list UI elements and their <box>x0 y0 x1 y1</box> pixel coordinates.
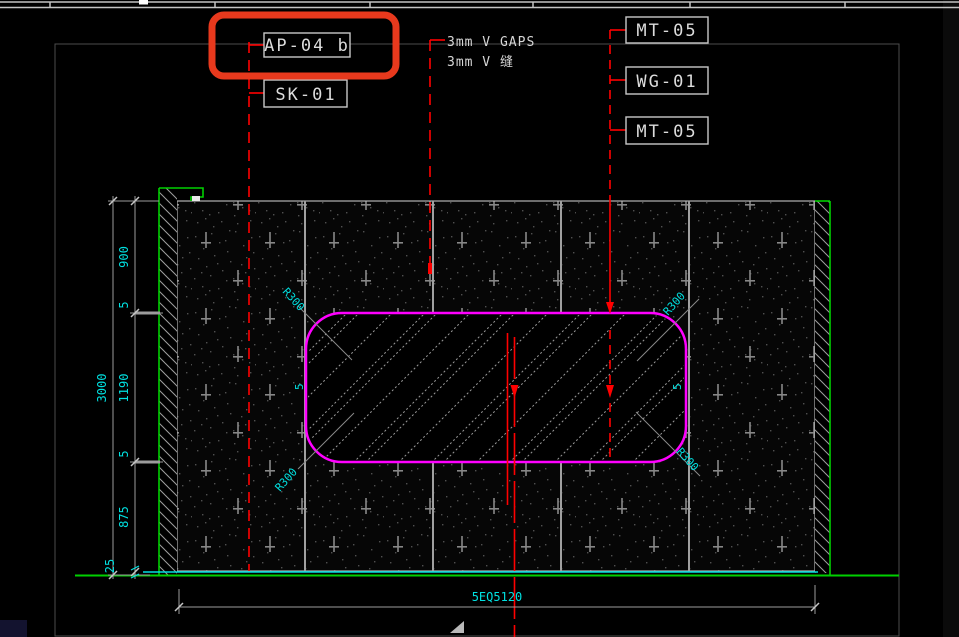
cap-detail-marker <box>192 196 200 201</box>
dim-seg-25: 25 <box>103 559 117 573</box>
callout-ap04b[interactable]: AP-04 b <box>264 36 350 56</box>
note-gap-cn: 3mm V 缝 <box>447 55 514 70</box>
callout-wg01[interactable]: WG-01 <box>636 72 697 92</box>
glass-gap-right: 5 <box>671 383 684 390</box>
sheet-top-marker <box>139 0 148 5</box>
callout-sk01[interactable]: SK-01 <box>275 85 336 105</box>
dim-seg-900: 900 <box>117 246 131 268</box>
status-strip-fragment <box>0 620 27 637</box>
callout-mt05-top[interactable]: MT-05 <box>636 21 697 41</box>
dim-bottom-width: 5EQ5120 <box>472 590 523 604</box>
callout-mt05-bottom[interactable]: MT-05 <box>636 122 697 142</box>
right-jamb-column <box>815 201 830 575</box>
dim-seg-875: 875 <box>117 506 131 528</box>
glass-gap-left: 5 <box>293 383 306 390</box>
cad-canvas[interactable]: R300 R300 R300 R300 5 5 <box>0 0 959 637</box>
note-gap-en: 3mm V GAPS <box>447 35 535 50</box>
dim-seg-5a: 5 <box>117 301 131 308</box>
right-edge-strip <box>943 0 959 637</box>
cad-viewport[interactable]: R300 R300 R300 R300 5 5 <box>0 0 959 637</box>
dim-seg-5b: 5 <box>117 450 131 457</box>
dim-overall-height: 3000 <box>95 374 109 403</box>
dim-seg-1190: 1190 <box>117 374 131 403</box>
